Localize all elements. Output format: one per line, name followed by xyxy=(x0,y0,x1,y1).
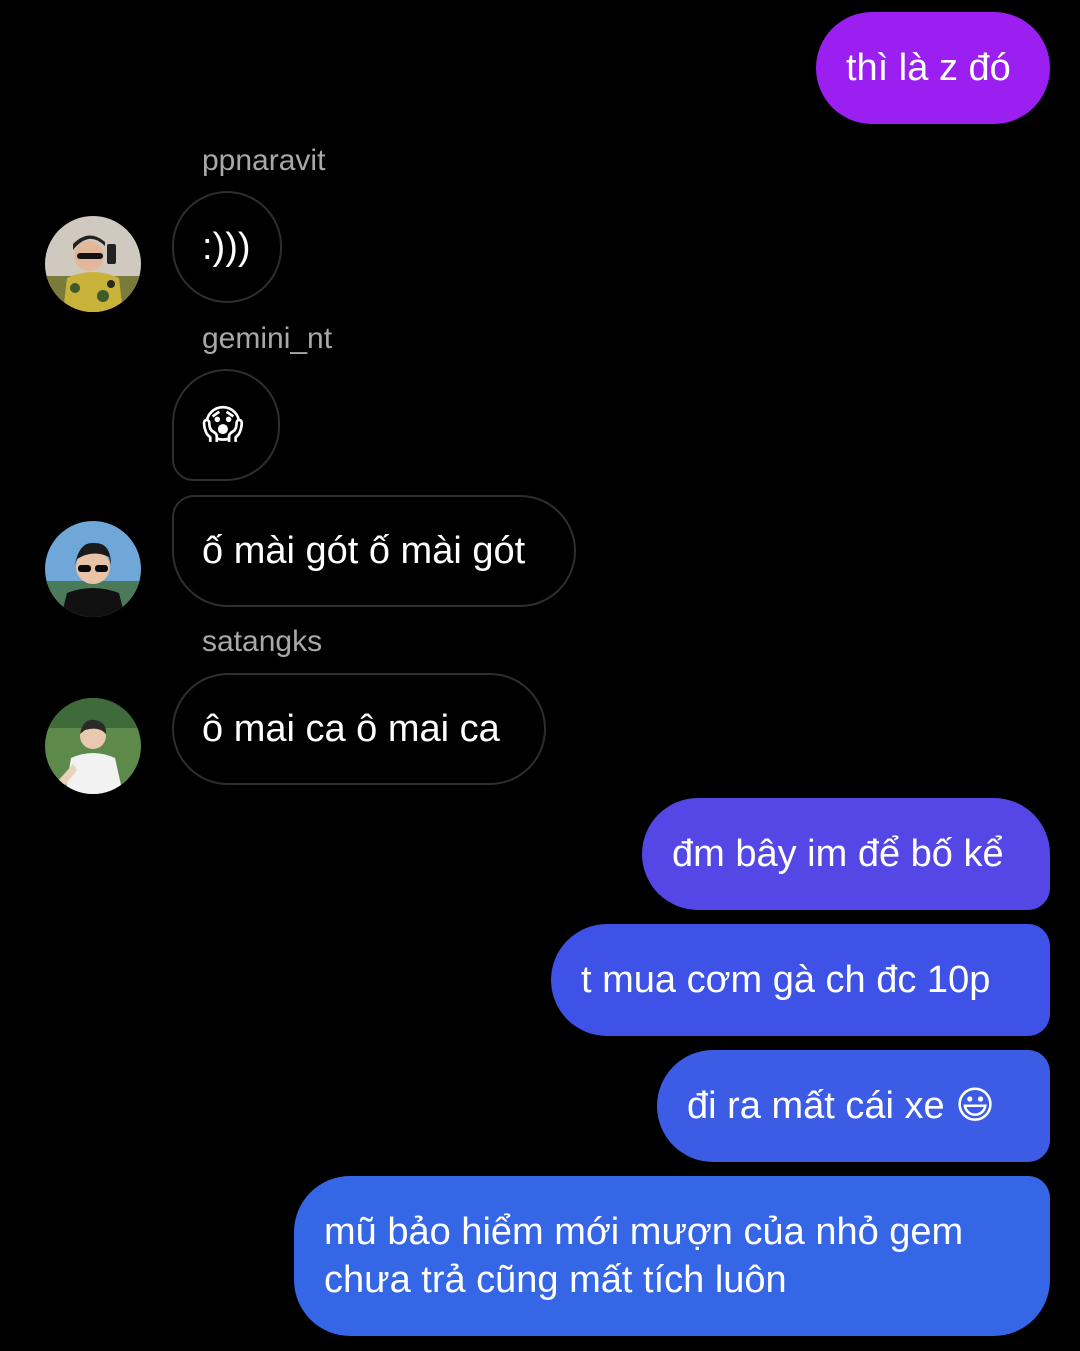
outgoing-message-bubble[interactable]: mũ bảo hiểm mới mượn của nhỏ gem chưa tr… xyxy=(294,1176,1050,1336)
avatar-ppnaravit-image xyxy=(45,216,141,312)
message-text: :))) xyxy=(202,226,251,268)
avatar[interactable] xyxy=(45,521,141,617)
message-text: 😱 xyxy=(202,403,244,447)
outgoing-message-bubble[interactable]: đm bây im để bố kể xyxy=(642,798,1050,910)
message-text-line: chưa trả cũng mất tích luôn xyxy=(324,1259,787,1301)
incoming-message-bubble[interactable]: 😱 xyxy=(172,369,280,481)
avatar-gemini_nt-image xyxy=(45,521,141,617)
sender-name: ppnaravit xyxy=(202,144,326,177)
message-text: ố mài gót ố mài gót xyxy=(202,530,526,572)
message-text: ô mai ca ô mai ca xyxy=(202,708,500,750)
outgoing-message-bubble[interactable]: t mua cơm gà ch đc 10p xyxy=(551,924,1050,1036)
avatar[interactable] xyxy=(45,698,141,794)
incoming-message-bubble[interactable]: :))) xyxy=(172,191,282,303)
message-text: thì là z đó xyxy=(846,47,1011,89)
message-text: t mua cơm gà ch đc 10p xyxy=(581,959,991,1001)
incoming-message-bubble[interactable]: ô mai ca ô mai ca xyxy=(172,673,546,785)
message-text: đi ra mất cái xe 😃 xyxy=(687,1085,995,1127)
avatar[interactable] xyxy=(45,216,141,312)
outgoing-message-bubble[interactable]: thì là z đó xyxy=(816,12,1050,124)
sender-name: satangks xyxy=(202,625,323,658)
outgoing-message-bubble[interactable]: đi ra mất cái xe 😃 xyxy=(657,1050,1050,1162)
sender-name: gemini_nt xyxy=(202,322,333,355)
message-text: đm bây im để bố kể xyxy=(672,833,1004,875)
message-text-line: mũ bảo hiểm mới mượn của nhỏ gem xyxy=(324,1211,964,1253)
avatar-satangks-image xyxy=(45,698,141,794)
incoming-message-bubble[interactable]: ố mài gót ố mài gót xyxy=(172,495,576,607)
